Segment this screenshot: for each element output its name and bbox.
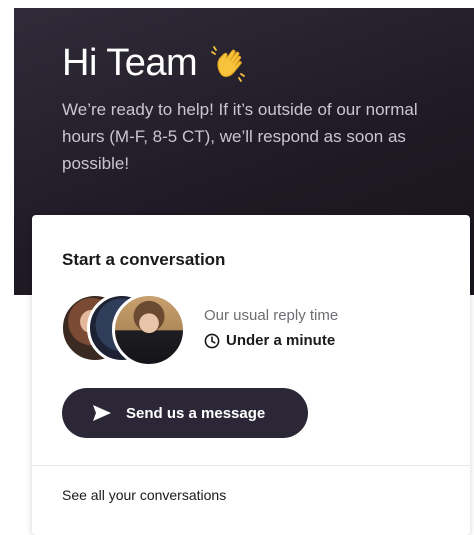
card-title: Start a conversation	[62, 250, 226, 269]
clock-icon	[204, 333, 220, 348]
header-subtitle: We’re ready to help! If it’s outside of …	[62, 100, 418, 173]
send-message-label: Send us a message	[126, 404, 266, 422]
greeting-text: Hi Team	[62, 42, 198, 84]
left-margin	[0, 0, 14, 523]
reply-time-text: Under a minute	[226, 332, 336, 349]
see-all-conversations-link[interactable]: See all your conversations	[62, 487, 226, 503]
send-message-button[interactable]: Send us a message	[62, 388, 308, 438]
send-icon	[93, 405, 111, 421]
divider	[32, 465, 470, 466]
waving-hand-icon	[211, 45, 246, 82]
reply-time-label: Our usual reply time	[204, 307, 339, 324]
conversation-card: Start a conversation Our usual reply tim…	[32, 215, 470, 535]
greeting-title: Hi Team	[62, 42, 249, 85]
reply-time-value: Under a minute	[204, 332, 335, 349]
team-avatar-3	[112, 293, 186, 367]
top-margin	[0, 0, 474, 8]
